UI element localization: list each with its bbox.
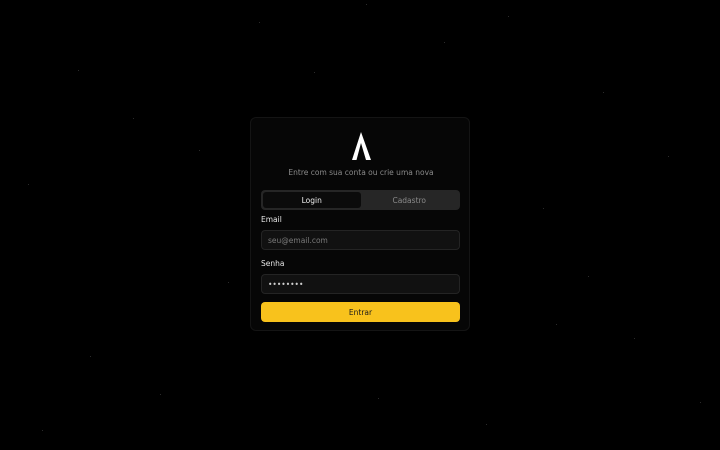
- login-card: Entre com sua conta ou crie uma nova Log…: [250, 117, 470, 331]
- login-page: Entre com sua conta ou crie uma nova Log…: [0, 0, 720, 450]
- password-label: Senha: [261, 259, 285, 268]
- star: [199, 150, 200, 151]
- auth-tabs: Login Cadastro: [261, 190, 460, 210]
- password-input[interactable]: [261, 274, 460, 294]
- star: [700, 402, 701, 403]
- tab-login[interactable]: Login: [263, 192, 361, 208]
- star: [378, 398, 379, 399]
- star: [133, 118, 134, 119]
- star: [42, 430, 43, 431]
- star: [486, 424, 487, 425]
- submit-button[interactable]: Entrar: [261, 302, 460, 322]
- star: [588, 276, 589, 277]
- a-crescent-logo-icon: [347, 132, 371, 161]
- email-label: Email: [261, 215, 282, 224]
- star: [160, 394, 161, 395]
- star: [78, 70, 79, 71]
- star: [259, 22, 260, 23]
- star: [603, 92, 604, 93]
- star: [444, 42, 445, 43]
- star: [543, 208, 544, 209]
- star: [228, 282, 229, 283]
- tab-cadastro[interactable]: Cadastro: [361, 192, 459, 208]
- star: [366, 4, 367, 5]
- star: [634, 338, 635, 339]
- star: [556, 324, 557, 325]
- star: [28, 184, 29, 185]
- subtitle: Entre com sua conta ou crie uma nova: [288, 168, 434, 177]
- star: [90, 356, 91, 357]
- star: [314, 72, 315, 73]
- email-input[interactable]: [261, 230, 460, 250]
- star: [668, 156, 669, 157]
- star: [508, 16, 509, 17]
